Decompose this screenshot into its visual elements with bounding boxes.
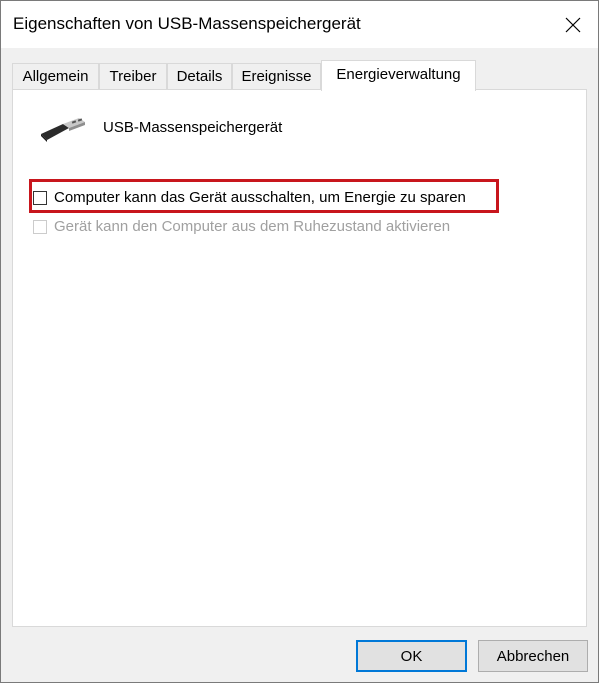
tab-ereignisse[interactable]: Ereignisse [232, 63, 321, 90]
checkbox-label: Computer kann das Gerät ausschalten, um … [54, 189, 466, 206]
checkbox-box [33, 220, 47, 234]
tab-treiber[interactable]: Treiber [99, 63, 167, 90]
properties-dialog: Eigenschaften von USB-Massenspeichergerä… [0, 0, 599, 683]
window-title: Eigenschaften von USB-Massenspeichergerä… [13, 14, 361, 33]
checkbox-allow-power-off[interactable]: Computer kann das Gerät ausschalten, um … [33, 189, 466, 206]
tab-details[interactable]: Details [167, 63, 232, 90]
checkbox-box[interactable] [33, 191, 47, 205]
checkbox-wake-computer: Gerät kann den Computer aus dem Ruhezust… [33, 218, 450, 235]
tab-energieverwaltung[interactable]: Energieverwaltung [321, 60, 476, 91]
close-button[interactable] [548, 1, 598, 48]
tab-allgemein[interactable]: Allgemein [12, 63, 99, 90]
cancel-button[interactable]: Abbrechen [478, 640, 588, 672]
ok-button[interactable]: OK [356, 640, 467, 672]
close-icon [565, 17, 581, 32]
tab-label: Details [176, 68, 223, 85]
ok-button-label: OK [400, 647, 423, 665]
tab-panel-energieverwaltung: USB-Massenspeichergerät Computer kann da… [12, 89, 587, 627]
usb-plug-icon [41, 118, 85, 142]
title-bar: Eigenschaften von USB-Massenspeichergerä… [1, 1, 598, 48]
tab-label: Allgemein [22, 68, 89, 85]
device-name: USB-Massenspeichergerät [103, 119, 283, 136]
tab-label: Energieverwaltung [336, 66, 461, 83]
cancel-button-label: Abbrechen [496, 647, 570, 665]
checkbox-label: Gerät kann den Computer aus dem Ruhezust… [54, 218, 451, 235]
tab-label: Ereignisse [241, 68, 312, 85]
tab-label: Treiber [109, 68, 157, 85]
